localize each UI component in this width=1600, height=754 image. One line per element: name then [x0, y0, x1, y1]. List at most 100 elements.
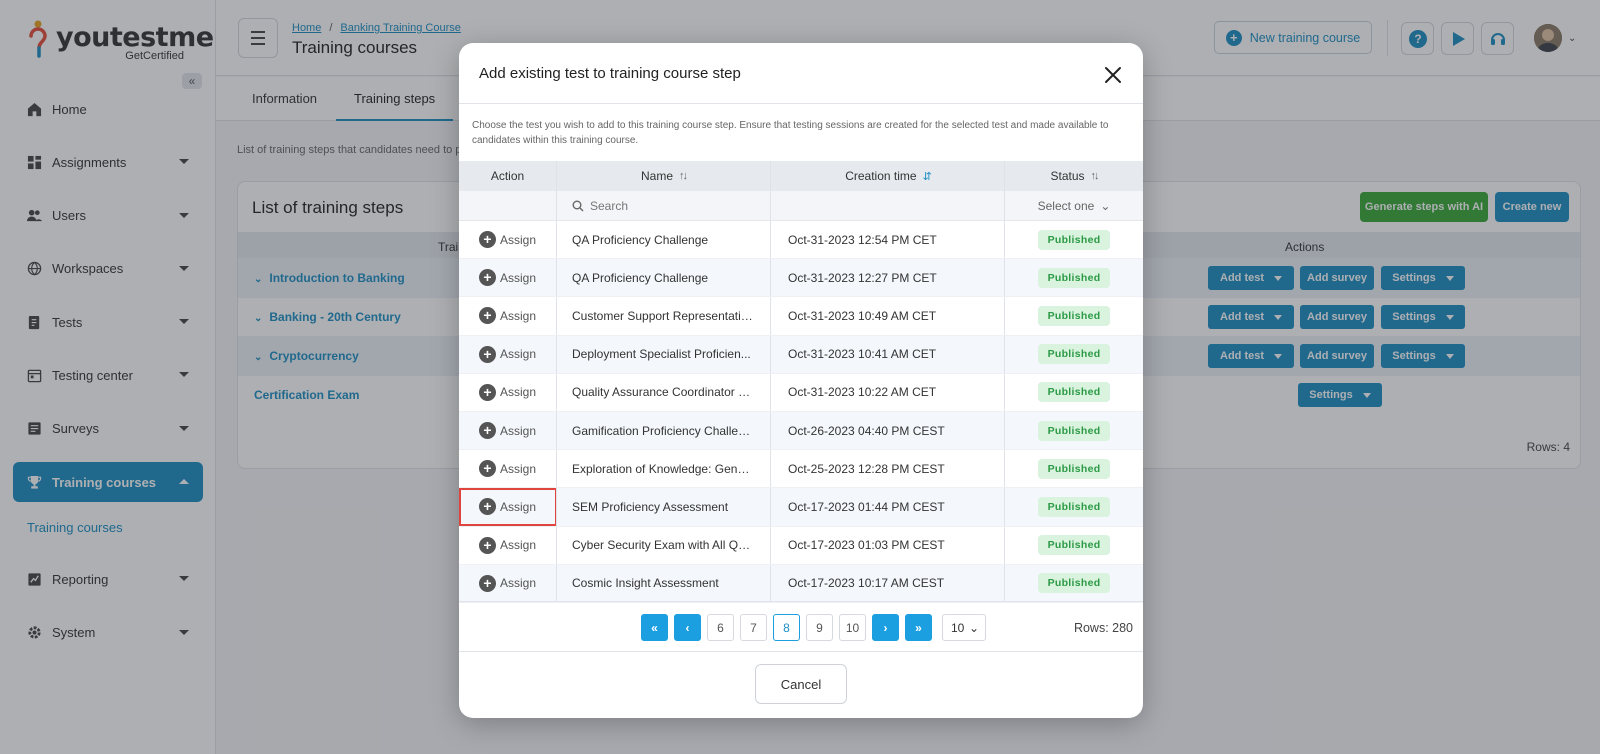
- status-badge: Published: [1037, 267, 1111, 288]
- plus-circle-icon: +: [478, 574, 496, 592]
- plus-circle-icon: +: [478, 345, 496, 363]
- current-page-button[interactable]: 8: [773, 614, 800, 641]
- status-filter-select[interactable]: Select one ⌄: [1005, 191, 1143, 220]
- assign-button[interactable]: + Assign: [478, 307, 536, 325]
- action-cell: + Assign: [459, 488, 557, 526]
- status-cell: Published: [1005, 450, 1143, 487]
- highlight-box: [459, 488, 556, 526]
- name-cell: SEM Proficiency Assessment: [557, 488, 771, 526]
- status-cell: Published: [1005, 527, 1143, 564]
- status-cell: Published: [1005, 297, 1143, 334]
- status-badge: Published: [1037, 535, 1111, 556]
- status-cell: Published: [1005, 412, 1143, 449]
- status-badge: Published: [1037, 382, 1111, 403]
- status-badge: Published: [1037, 496, 1111, 517]
- page-button[interactable]: 7: [740, 614, 767, 641]
- action-cell: + Assign: [459, 564, 557, 602]
- chevron-down-icon: ⌄: [968, 620, 979, 635]
- name-search-filter[interactable]: Search: [557, 191, 771, 220]
- modal-title: Add existing test to training course ste…: [479, 65, 741, 82]
- creation-time-cell: Oct-17-2023 01:44 PM CEST: [771, 488, 1005, 526]
- action-cell: + Assign: [459, 259, 557, 297]
- assign-button[interactable]: + Assign: [478, 231, 536, 249]
- sort-icon[interactable]: ↑↓: [679, 170, 688, 182]
- table-row: + Assign QA Proficiency Challenge Oct-31-20…: [459, 221, 1143, 260]
- tests-grid: Action Name ↑↓ Creation time ⇵ Status ↑↓ Se…: [459, 161, 1143, 603]
- name-cell: QA Proficiency Challenge: [557, 221, 771, 259]
- chevron-down-icon: ⌄: [1100, 198, 1111, 213]
- tests-grid-header: Action Name ↑↓ Creation time ⇵ Status ↑↓: [459, 161, 1143, 191]
- col-creation-time[interactable]: Creation time ⇵: [771, 161, 1005, 191]
- page-button[interactable]: 10: [839, 614, 866, 641]
- creation-time-cell: Oct-31-2023 12:54 PM CET: [771, 221, 1005, 259]
- status-badge: Published: [1037, 573, 1111, 594]
- name-cell: Quality Assurance Coordinator P...: [557, 373, 771, 411]
- table-row: + Assign QA Proficiency Challenge Oct-31-20…: [459, 259, 1143, 298]
- filter-action-empty: [459, 191, 557, 220]
- name-cell: Exploration of Knowledge: Gener...: [557, 450, 771, 488]
- table-row: + Assign Customer Support Representativ...…: [459, 297, 1143, 336]
- assign-button[interactable]: + Assign: [478, 269, 536, 287]
- table-row: + Assign Gamification Proficiency Challen.…: [459, 411, 1143, 451]
- next-page-button[interactable]: ›: [872, 614, 899, 641]
- plus-circle-icon: +: [478, 307, 496, 325]
- col-status[interactable]: Status ↑↓: [1005, 161, 1143, 191]
- name-cell: Gamification Proficiency Challen...: [557, 411, 771, 450]
- modal-divider: [459, 103, 1143, 104]
- table-row: + Assign Cyber Security Exam with All Qu..…: [459, 526, 1143, 565]
- table-row: + Assign Deployment Specialist Proficien..…: [459, 335, 1143, 374]
- search-icon: [572, 200, 584, 211]
- sort-icon[interactable]: ↑↓: [1091, 170, 1100, 182]
- pagination: « ‹ 6 7 8 9 10 › » 10 ⌄ Rows: 280: [459, 601, 1143, 651]
- status-badge: Published: [1037, 420, 1111, 441]
- plus-circle-icon: +: [478, 383, 496, 401]
- sort-ascending-icon[interactable]: ⇵: [923, 170, 932, 183]
- first-page-button[interactable]: «: [641, 614, 668, 641]
- plus-circle-icon: +: [478, 536, 496, 554]
- creation-time-cell: Oct-31-2023 10:49 AM CET: [771, 297, 1005, 335]
- creation-time-cell: Oct-26-2023 04:40 PM CEST: [771, 411, 1005, 450]
- status-cell: Published: [1005, 488, 1143, 525]
- close-icon[interactable]: [1101, 63, 1125, 87]
- action-cell: + Assign: [459, 411, 557, 450]
- filter-time-empty: [771, 191, 1005, 220]
- prev-page-button[interactable]: ‹: [674, 614, 701, 641]
- search-input[interactable]: Search: [590, 199, 628, 213]
- table-row: + Assign SEM Proficiency Assessment Oct-17-…: [459, 488, 1143, 527]
- table-row: + Assign Exploration of Knowledge: Gener..…: [459, 450, 1143, 489]
- assign-button[interactable]: + Assign: [478, 574, 536, 592]
- page-button[interactable]: 6: [707, 614, 734, 641]
- creation-time-cell: Oct-17-2023 10:17 AM CEST: [771, 564, 1005, 602]
- assign-button[interactable]: + Assign: [478, 383, 536, 401]
- modal-description: Choose the test you wish to add to this …: [472, 120, 1109, 146]
- page-size-select[interactable]: 10 ⌄: [942, 614, 986, 641]
- status-cell: Published: [1005, 259, 1143, 296]
- col-name[interactable]: Name ↑↓: [557, 161, 771, 191]
- status-cell: Published: [1005, 374, 1143, 411]
- cancel-button[interactable]: Cancel: [755, 664, 847, 704]
- name-cell: Customer Support Representativ...: [557, 297, 771, 335]
- name-cell: QA Proficiency Challenge: [557, 259, 771, 297]
- table-row: + Assign Cosmic Insight Assessment Oct-17-2…: [459, 564, 1143, 603]
- name-cell: Cyber Security Exam with All Qu...: [557, 526, 771, 564]
- last-page-button[interactable]: »: [905, 614, 932, 641]
- grid-rows-count: Rows: 280: [1073, 621, 1133, 635]
- status-badge: Published: [1037, 344, 1111, 365]
- add-test-modal: Add existing test to training course ste…: [459, 43, 1143, 718]
- status-badge: Published: [1037, 458, 1111, 479]
- assign-button[interactable]: + Assign: [478, 460, 536, 478]
- assign-button[interactable]: + Assign: [478, 345, 536, 363]
- creation-time-cell: Oct-25-2023 12:28 PM CEST: [771, 450, 1005, 488]
- assign-button[interactable]: + Assign: [478, 536, 536, 554]
- status-cell: Published: [1005, 565, 1143, 602]
- page-button[interactable]: 9: [806, 614, 833, 641]
- assign-button[interactable]: + Assign: [478, 422, 536, 440]
- action-cell: + Assign: [459, 526, 557, 564]
- modal-footer-divider: [459, 651, 1143, 652]
- status-cell: Published: [1005, 336, 1143, 373]
- action-cell: + Assign: [459, 335, 557, 373]
- action-cell: + Assign: [459, 373, 557, 411]
- creation-time-cell: Oct-31-2023 10:22 AM CET: [771, 373, 1005, 411]
- tests-grid-body: + Assign QA Proficiency Challenge Oct-31-20…: [459, 221, 1143, 603]
- name-cell: Deployment Specialist Proficien...: [557, 335, 771, 373]
